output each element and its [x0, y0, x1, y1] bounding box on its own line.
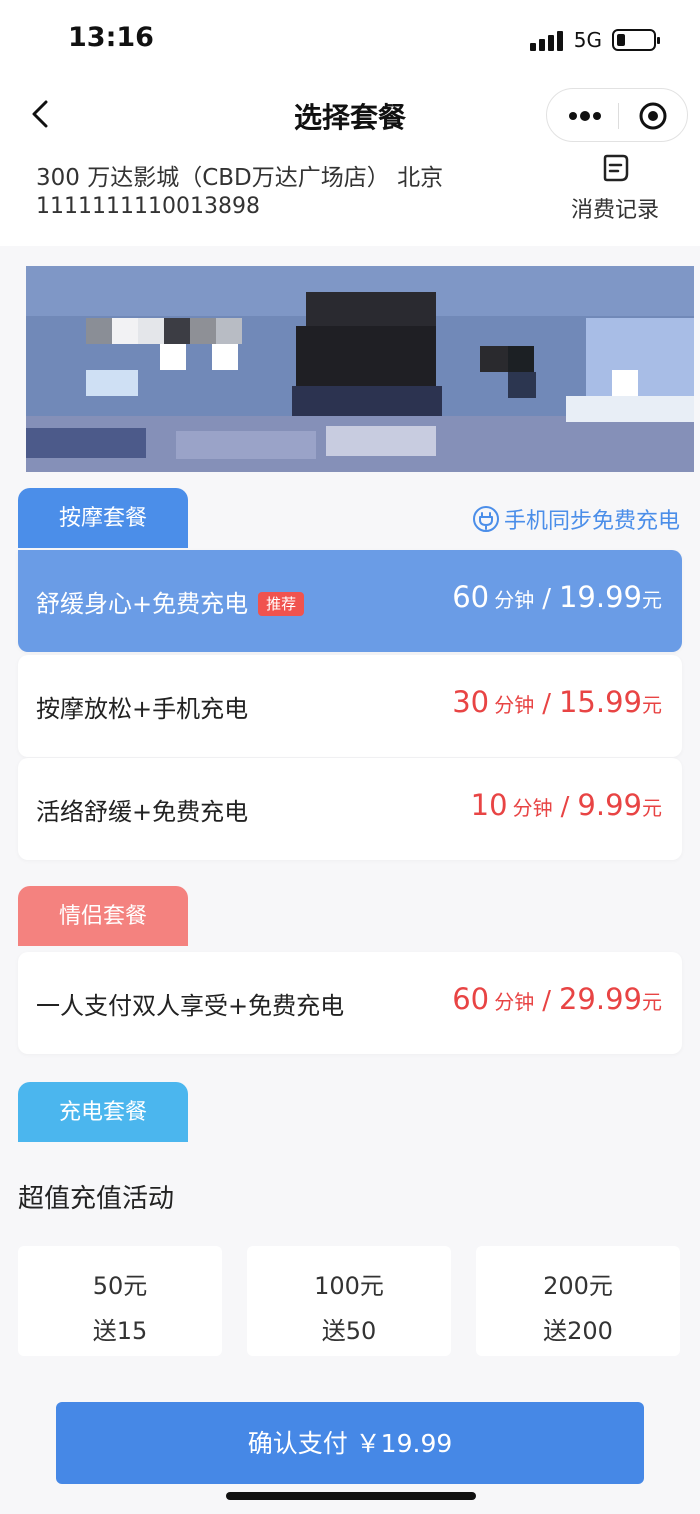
status-time: 13:16 [68, 22, 154, 53]
status-indicators: 5G [529, 28, 660, 52]
package-name: 活络舒缓+免费充电 [36, 798, 249, 826]
package-name: 按摩放松+手机充电 [36, 695, 249, 723]
package-price: 30 分钟/15.99元 [452, 685, 662, 719]
package-card-0[interactable]: 舒缓身心+免费充电 推荐 60 分钟/19.99元 [18, 550, 682, 652]
recharge-option-100[interactable]: 100元 送50 [247, 1246, 451, 1356]
tab-massage-package[interactable]: 按摩套餐 [18, 488, 188, 548]
status-bar: 13:16 5G [0, 0, 700, 80]
miniprogram-capsule [546, 88, 688, 142]
record-label: 消费记录 [570, 198, 659, 223]
network-type: 5G [573, 28, 602, 52]
close-target-icon[interactable] [637, 100, 669, 132]
recharge-bonus: 送15 [92, 1317, 148, 1345]
store-id: 1111111110013898 [36, 194, 260, 219]
consumption-record-button[interactable]: 消费记录 [560, 148, 670, 228]
package-price: 60 分钟/29.99元 [452, 982, 662, 1016]
more-icon[interactable] [565, 101, 605, 131]
recharge-bonus: 送50 [321, 1317, 377, 1345]
store-name: 300 万达影城（CBD万达广场店） 北京 [36, 165, 444, 191]
record-icon [603, 154, 629, 182]
package-card-2[interactable]: 活络舒缓+免费充电 10 分钟/9.99元 [18, 758, 682, 860]
nav-bar: 选择套餐 [0, 80, 700, 148]
confirm-pay-button[interactable]: 确认支付 ￥19.99 [56, 1402, 644, 1484]
package-price: 10 分钟/9.99元 [470, 788, 662, 822]
capsule-divider [618, 103, 619, 129]
recharge-option-200[interactable]: 200元 送200 [476, 1246, 680, 1356]
couple-package-card[interactable]: 一人支付双人享受+免费充电 60 分钟/29.99元 [18, 952, 682, 1054]
tab-charge-package[interactable]: 充电套餐 [18, 1082, 188, 1142]
recharge-amount: 50元 [92, 1272, 148, 1300]
recharge-amount: 100元 [314, 1272, 384, 1300]
recharge-activity-title: 超值充值活动 [18, 1184, 175, 1214]
store-info: 300 万达影城（CBD万达广场店） 北京 1111111110013898 消… [0, 148, 700, 246]
recommend-badge: 推荐 [258, 592, 305, 616]
package-price: 60 分钟/19.99元 [452, 580, 662, 614]
home-indicator [226, 1492, 476, 1500]
tab-couple-package[interactable]: 情侣套餐 [18, 886, 188, 946]
recharge-option-50[interactable]: 50元 送15 [18, 1246, 222, 1356]
recharge-amount: 200元 [543, 1272, 613, 1300]
plug-icon [472, 506, 499, 532]
phone-sync-charge-link[interactable]: 手机同步免费充电 [472, 503, 680, 535]
battery-icon [612, 29, 660, 51]
package-card-1[interactable]: 按摩放松+手机充电 30 分钟/15.99元 [18, 655, 682, 757]
package-name: 舒缓身心+免费充电 推荐 [36, 584, 305, 619]
store-banner-image [26, 266, 694, 472]
sync-label: 手机同步免费充电 [503, 509, 680, 534]
signal-icon [529, 29, 566, 51]
package-name: 一人支付双人享受+免费充电 [36, 992, 345, 1020]
recharge-bonus: 送200 [543, 1317, 613, 1345]
banner-mosaic [26, 266, 694, 472]
